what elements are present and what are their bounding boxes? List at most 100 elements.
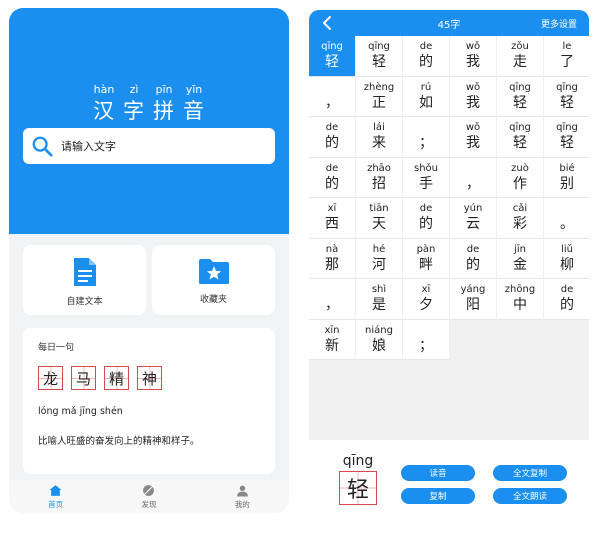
cell-pinyin: rú <box>420 81 432 93</box>
grid-cell[interactable]: niáng 娘 <box>356 319 402 360</box>
grid-cell[interactable]: zǒu 走 <box>497 36 543 77</box>
grid-cell[interactable]: de 的 <box>403 36 449 77</box>
grid-cell[interactable]: de 的 <box>544 279 589 320</box>
cell-pinyin: cǎi <box>512 203 528 215</box>
grid-cell[interactable]: de 的 <box>309 117 355 158</box>
cell-pinyin: wǒ <box>465 81 481 93</box>
more-settings-button[interactable]: 更多设置 <box>541 17 577 30</box>
cell-hanzi: 走 <box>513 54 527 71</box>
cell-pinyin: shì <box>371 284 387 296</box>
grid-cell[interactable]: liǔ 柳 <box>544 238 589 279</box>
cell-hanzi: 那 <box>325 256 339 273</box>
grid-cell[interactable]: zhèng 正 <box>356 76 402 117</box>
grid-cell[interactable]: bié 别 <box>544 157 589 198</box>
cell-hanzi: 阳 <box>466 297 480 314</box>
grid-cell[interactable]: xīn 新 <box>309 319 355 360</box>
grid-cell[interactable]: ， <box>309 279 355 320</box>
star-folder-icon <box>198 259 229 284</box>
cell-hanzi: 作 <box>513 175 527 192</box>
grid-cell[interactable]: 。 <box>544 198 589 239</box>
read-button[interactable]: 读音 <box>401 465 475 481</box>
grid-cell[interactable]: ； <box>403 117 449 158</box>
favorites-card[interactable]: 收藏夹 <box>152 245 275 315</box>
cell-pinyin: zhèng <box>363 81 395 93</box>
grid-cell[interactable]: lái 来 <box>356 117 402 158</box>
copy-all-button[interactable]: 全文复制 <box>493 465 567 481</box>
grid-cell[interactable]: ， <box>309 76 355 117</box>
grid-cell[interactable]: wǒ 我 <box>450 36 496 77</box>
daily-meaning: 比喻人旺盛的奋发向上的精神和样子。 <box>38 436 200 447</box>
grid-cell[interactable]: zuò 作 <box>497 157 543 198</box>
cell-pinyin: tiān <box>369 203 389 215</box>
grid-cell[interactable]: jīn 金 <box>497 238 543 279</box>
copy-button[interactable]: 复制 <box>401 488 475 504</box>
cell-pinyin: qīng <box>556 81 578 93</box>
daily-char: 马 <box>71 366 96 390</box>
cell-hanzi: ， <box>325 297 339 314</box>
favorites-label: 收藏夹 <box>199 295 227 305</box>
tab-profile[interactable]: 我的 <box>196 480 289 513</box>
grid-cell[interactable]: shǒu 手 <box>403 157 449 198</box>
tab-discover[interactable]: 发现 <box>102 480 195 513</box>
grid-cell[interactable]: ； <box>403 319 449 360</box>
grid-cell[interactable]: qīng 轻 <box>309 36 355 77</box>
grid-cell[interactable]: wǒ 我 <box>450 76 496 117</box>
grid-cell[interactable]: tiān 天 <box>356 198 402 239</box>
cell-hanzi: 我 <box>466 54 480 71</box>
daily-chars: 龙马精神 <box>38 366 260 390</box>
cell-pinyin: zǒu <box>511 41 529 53</box>
grid-cell[interactable]: pàn 畔 <box>403 238 449 279</box>
grid-cell[interactable]: le 了 <box>544 36 589 77</box>
grid-cell[interactable]: zhōng 中 <box>497 279 543 320</box>
grid-cell[interactable]: de 的 <box>403 198 449 239</box>
grid-cell[interactable]: qīng 轻 <box>544 76 589 117</box>
grid-cell[interactable]: ， <box>450 157 496 198</box>
cell-hanzi: 畔 <box>419 256 433 273</box>
cell-hanzi: 轻 <box>372 54 386 71</box>
search-input[interactable]: 请输入文字 <box>23 128 275 164</box>
grid-cell[interactable]: yún 云 <box>450 198 496 239</box>
grid-cell[interactable]: shì 是 <box>356 279 402 320</box>
grid-cell[interactable]: de 的 <box>309 157 355 198</box>
cell-pinyin: bié <box>559 162 575 174</box>
grid-cell[interactable]: qīng 轻 <box>497 117 543 158</box>
cell-hanzi: 的 <box>466 256 480 273</box>
grid-cell[interactable]: qīng 轻 <box>497 76 543 117</box>
title-char: yīn 音 <box>181 83 208 125</box>
daily-sentence-card[interactable]: 每日一句 龙马精神 lóng mǎ jīng shén 比喻人旺盛的奋发向上的精… <box>23 328 275 474</box>
new-text-card[interactable]: 自建文本 <box>23 245 146 315</box>
grid-cell[interactable]: hé 河 <box>356 238 402 279</box>
grid-cell[interactable]: xī 西 <box>309 198 355 239</box>
cell-hanzi: 轻 <box>325 54 339 71</box>
cell-pinyin: hé <box>372 243 386 255</box>
grid-cell[interactable]: rú 如 <box>403 76 449 117</box>
cell-hanzi: ； <box>419 135 433 152</box>
tab-discover-label: 发现 <box>141 499 157 509</box>
tab-home-label: 首页 <box>48 499 64 509</box>
grid-cell[interactable]: qīng 轻 <box>544 117 589 158</box>
cell-pinyin: xī <box>421 284 431 296</box>
grid-cell[interactable]: wǒ 我 <box>450 117 496 158</box>
grid-cell[interactable]: xī 夕 <box>403 279 449 320</box>
cell-hanzi: ， <box>325 94 339 111</box>
cell-pinyin: le <box>562 41 572 53</box>
read-all-button[interactable]: 全文朗读 <box>493 488 567 504</box>
pinyin-grid-area: qīng 轻 qīng 轻 de 的 wǒ 我 zǒu 走 le 了， zhèng 正 rú 如 wǒ 我 qīng… <box>309 36 589 440</box>
search-icon <box>32 136 53 157</box>
cell-pinyin: wǒ <box>465 122 481 134</box>
grid-cell[interactable]: zhāo 招 <box>356 157 402 198</box>
grid-cell[interactable]: cǎi 彩 <box>497 198 543 239</box>
grid-cell[interactable]: qīng 轻 <box>356 36 402 77</box>
cell-hanzi: 轻 <box>513 94 527 111</box>
grid-cell[interactable]: de 的 <box>450 238 496 279</box>
cell-hanzi: 。 <box>560 216 574 233</box>
title-char-pinyin: zì <box>129 83 139 96</box>
cell-hanzi: 招 <box>372 175 386 192</box>
discover-icon <box>143 484 155 496</box>
cell-pinyin: qīng <box>368 41 390 53</box>
cell-hanzi: 轻 <box>560 135 574 152</box>
selected-hanzi: 轻 <box>339 471 377 505</box>
grid-cell[interactable]: yáng 阳 <box>450 279 496 320</box>
grid-cell[interactable]: nà 那 <box>309 238 355 279</box>
tab-home[interactable]: 首页 <box>9 480 102 513</box>
